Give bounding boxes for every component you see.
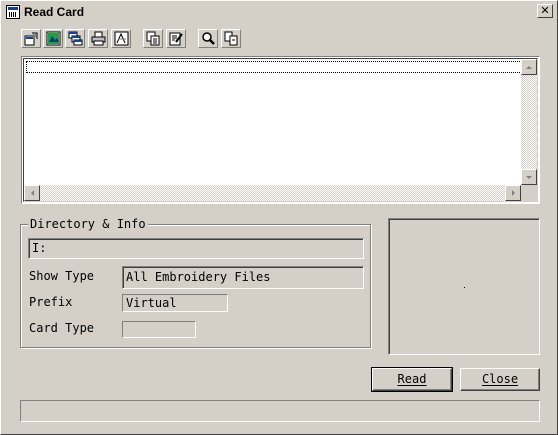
arrow-left-icon — [30, 190, 34, 196]
file-list-area — [23, 58, 538, 202]
read-card-window: Read Card ✕ Directory & Info I: Show Typ… — [0, 0, 558, 435]
search-button[interactable] — [198, 29, 218, 48]
window-title: Read Card — [24, 5, 85, 19]
card-type-label: Card Type — [29, 321, 95, 335]
image-icon — [46, 31, 60, 46]
cascade-icon — [68, 31, 82, 46]
arrow-up-icon — [526, 65, 532, 69]
prefix-label: Prefix — [29, 295, 73, 309]
arrow-right-icon — [511, 190, 515, 196]
design-button[interactable] — [111, 29, 131, 48]
edit-button[interactable] — [166, 29, 186, 48]
copy-button[interactable] — [143, 29, 163, 48]
status-bar — [20, 400, 540, 422]
close-window-button[interactable]: ✕ — [537, 4, 553, 18]
properties-button[interactable] — [21, 29, 41, 48]
vertical-scrollbar[interactable] — [521, 59, 537, 185]
copy-icon — [146, 31, 159, 46]
print-icon — [91, 31, 105, 46]
prefix-field: Virtual — [122, 294, 228, 312]
cascade-button[interactable] — [65, 29, 85, 48]
arrow-down-icon — [526, 175, 532, 179]
edit-icon — [169, 32, 183, 46]
scroll-corner — [521, 185, 537, 201]
title-bar[interactable]: Read Card ✕ — [3, 3, 555, 21]
preview-panel — [388, 218, 540, 355]
list-focus-row[interactable] — [26, 61, 522, 73]
app-icon — [6, 5, 20, 19]
design-icon — [114, 31, 128, 46]
directory-field[interactable]: I: — [28, 238, 364, 259]
show-type-label: Show Type — [29, 269, 95, 283]
scroll-right-button[interactable] — [505, 185, 521, 201]
image-button[interactable] — [43, 29, 63, 48]
preview-point — [464, 287, 465, 288]
read-button[interactable]: Read — [371, 367, 453, 392]
show-type-select[interactable]: All Embroidery Files — [122, 266, 364, 289]
transfer-button[interactable] — [221, 29, 241, 48]
close-button[interactable]: Close — [460, 368, 540, 391]
read-button-label: Read — [397, 372, 427, 386]
file-list[interactable] — [21, 56, 540, 204]
print-button[interactable] — [88, 29, 108, 48]
properties-icon — [24, 32, 37, 46]
horizontal-scrollbar[interactable] — [24, 185, 521, 201]
search-icon — [201, 32, 215, 45]
scroll-up-button[interactable] — [521, 59, 537, 75]
close-button-label: Close — [481, 372, 519, 386]
card-type-field — [122, 321, 196, 338]
scroll-left-button[interactable] — [24, 185, 40, 201]
directory-info-title: Directory & Info — [28, 217, 148, 231]
transfer-icon — [224, 31, 237, 46]
scroll-down-button[interactable] — [521, 169, 537, 185]
